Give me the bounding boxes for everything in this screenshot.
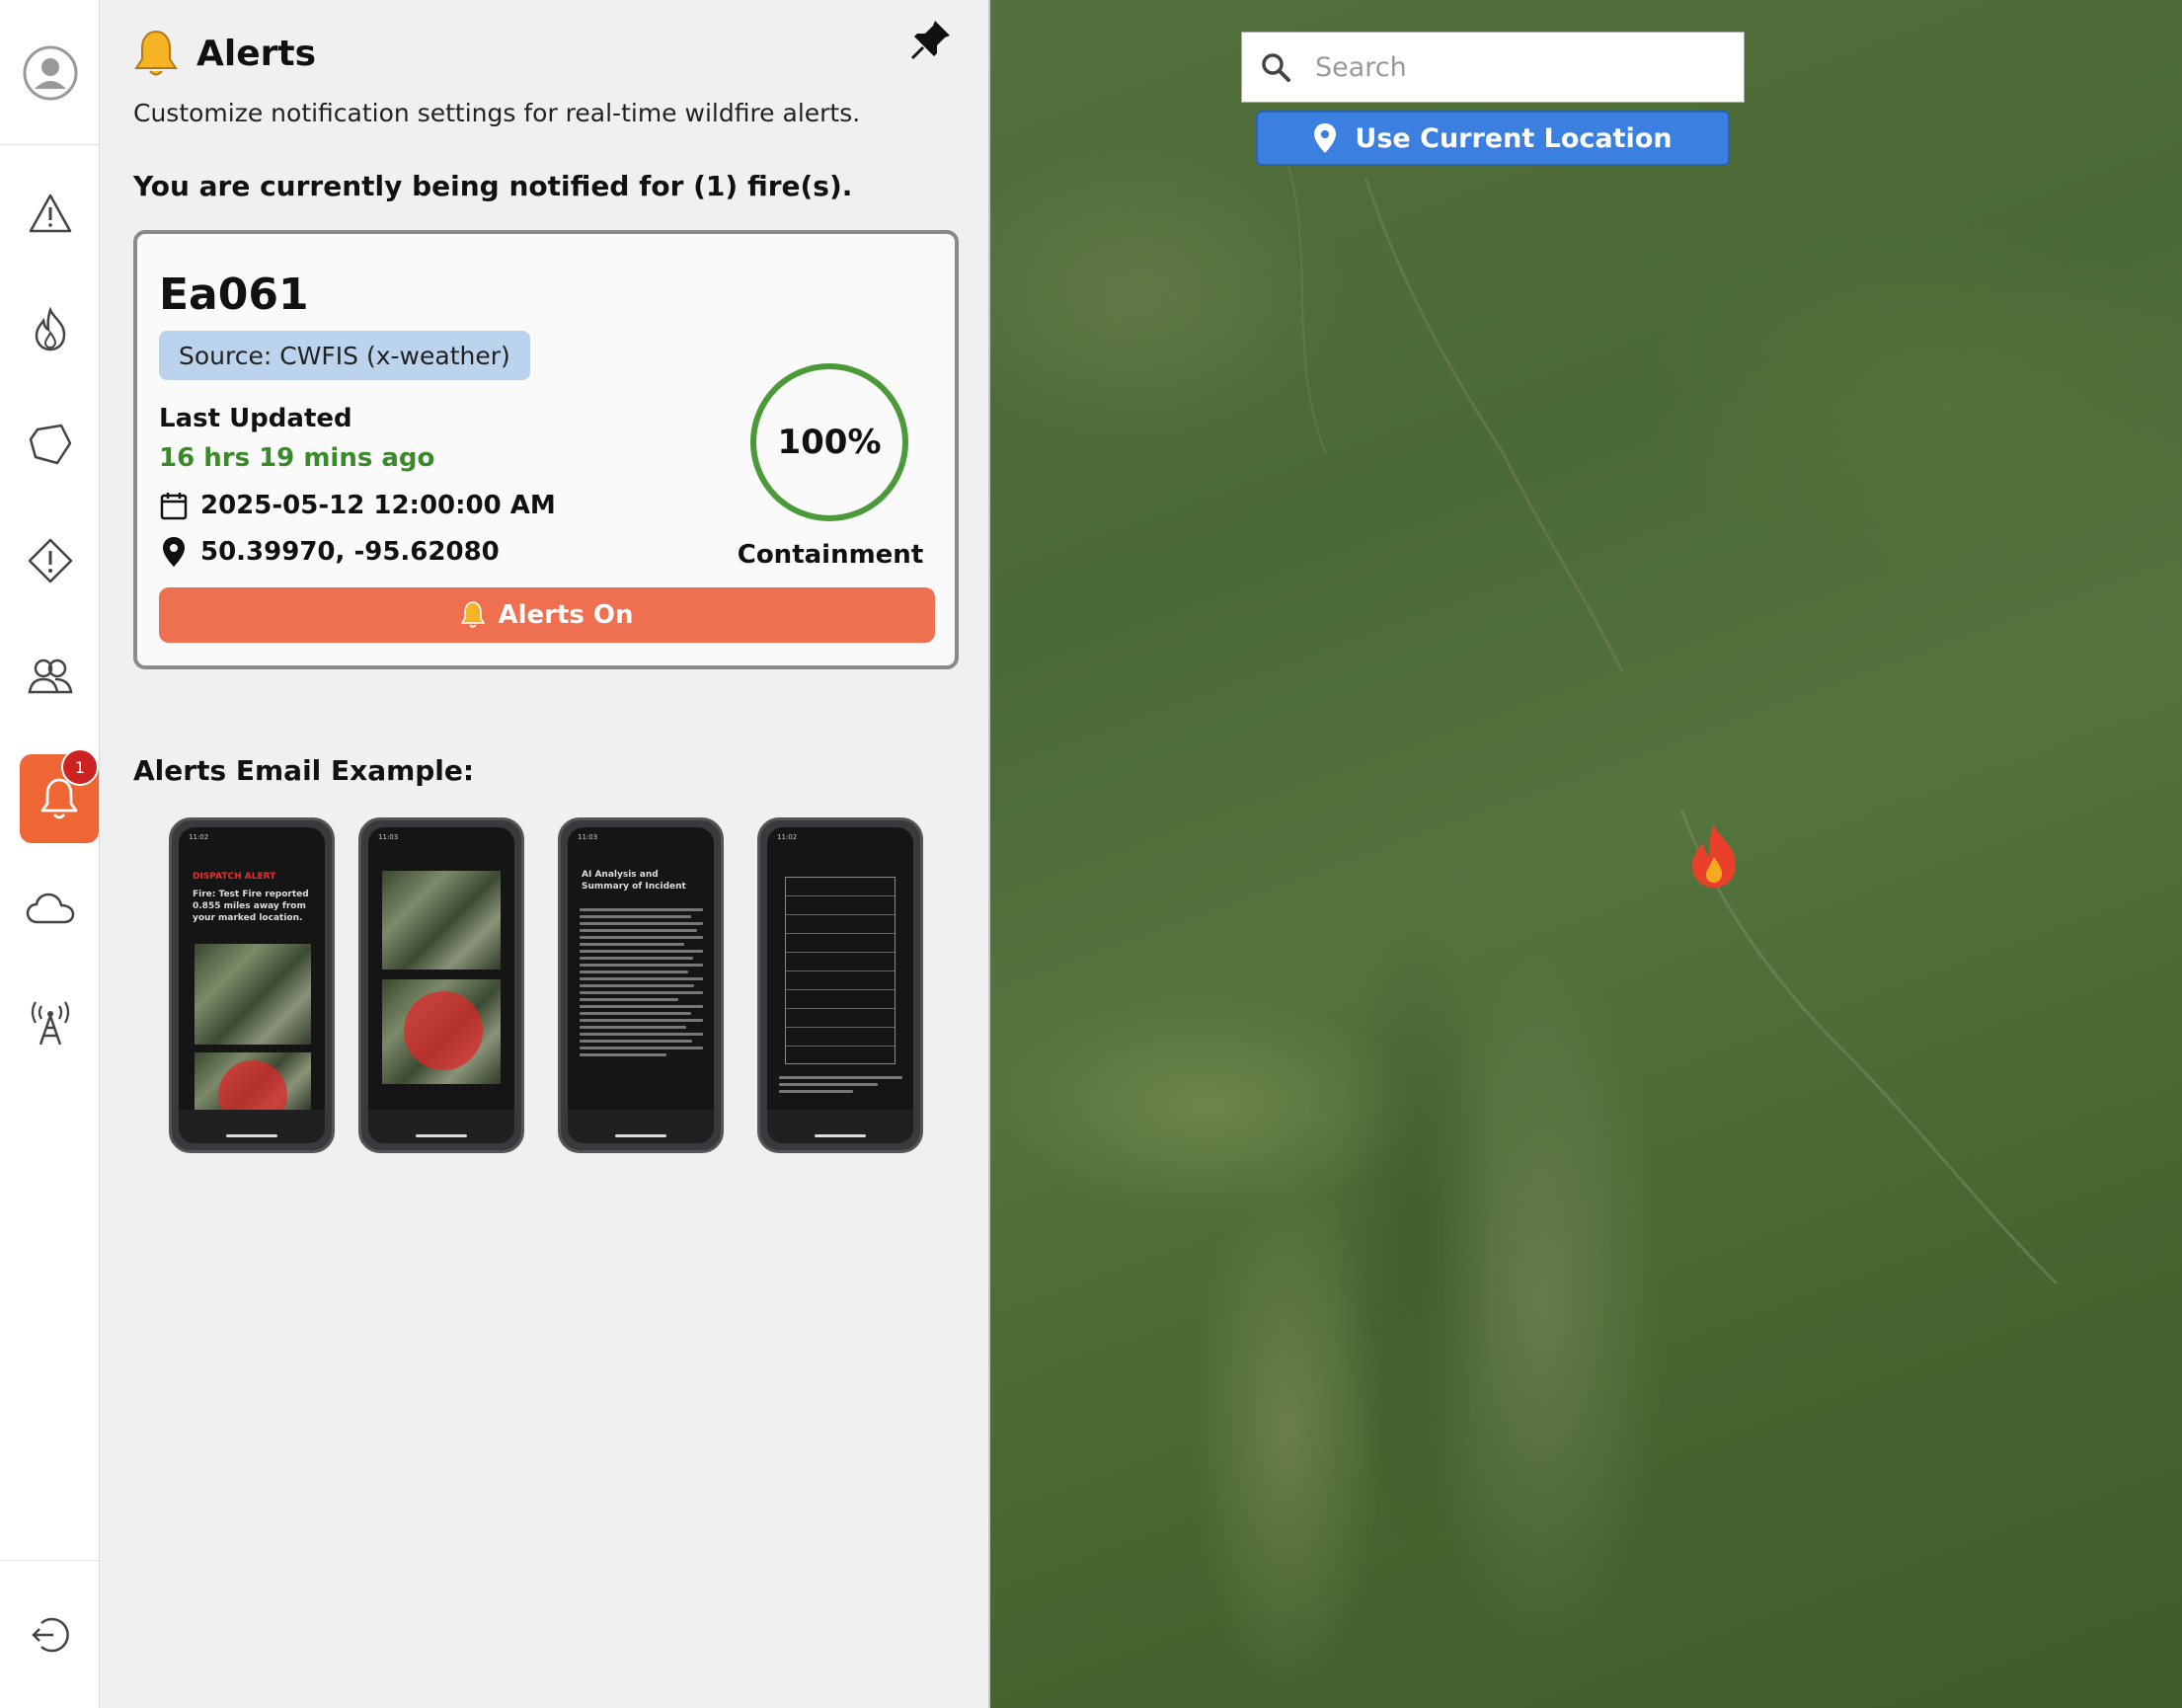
fire-marker-icon xyxy=(1692,824,1736,888)
cloud-icon xyxy=(26,893,74,924)
email-example-image[interactable]: 11:03 AI Analysis and Summary of Inciden… xyxy=(558,817,724,1153)
alerts-on-button[interactable]: Alerts On xyxy=(159,587,935,643)
logout-button[interactable] xyxy=(0,1588,100,1682)
email-example-image[interactable]: 11:02 DISPATCH ALERT Fire: Test Fire rep… xyxy=(169,817,335,1153)
use-current-location-button[interactable]: Use Current Location xyxy=(1256,111,1730,166)
email-example-text: AI Analysis and Summary of Incident xyxy=(582,870,686,892)
calendar-icon xyxy=(160,493,188,520)
weather-nav-button[interactable] xyxy=(0,861,100,956)
pin-icon xyxy=(910,21,950,60)
email-example-image[interactable]: 11:03 xyxy=(358,817,524,1153)
email-example-text: Fire: Test Fire reported 0.855 miles awa… xyxy=(193,890,309,923)
phone-status-time: 11:02 xyxy=(777,833,798,841)
alerts-count-badge: 1 xyxy=(61,748,99,786)
map-search-bar xyxy=(1241,32,1745,103)
fire-date: 2025-05-12 12:00:00 AM xyxy=(200,491,556,520)
pin-panel-button[interactable] xyxy=(909,18,953,65)
phone-status-time: 11:02 xyxy=(189,833,209,841)
warnings-nav-button[interactable] xyxy=(0,166,100,261)
river-lines xyxy=(1286,157,2059,1285)
source-badge: Source: CWFIS (x-weather) xyxy=(159,331,530,380)
email-example-title: Alerts Email Example: xyxy=(133,754,475,787)
search-icon xyxy=(1262,53,1290,82)
satellite-map[interactable]: Use Current Location xyxy=(990,0,2182,1708)
fires-nav-button[interactable] xyxy=(0,282,100,377)
fire-coordinates-row: 50.39970, -95.62080 xyxy=(159,536,500,568)
hazards-nav-button[interactable] xyxy=(0,513,100,608)
fire-alert-card: Ea061 Source: CWFIS (x-weather) Last Upd… xyxy=(133,230,959,669)
alerts-on-label: Alerts On xyxy=(498,600,634,630)
sensors-nav-button[interactable] xyxy=(0,975,100,1070)
bell-icon xyxy=(461,601,486,628)
bell-icon xyxy=(134,30,178,76)
fire-name: Ea061 xyxy=(159,270,309,320)
profile-button[interactable] xyxy=(0,22,100,124)
warning-icon xyxy=(29,194,71,233)
community-icon xyxy=(28,659,72,694)
user-icon xyxy=(23,45,77,101)
icon-rail: 1 xyxy=(0,0,100,1708)
panel-header: Alerts xyxy=(133,28,316,79)
alerts-panel: Alerts Customize notification settings f… xyxy=(100,0,990,1708)
fire-coordinates: 50.39970, -95.62080 xyxy=(200,537,500,567)
email-example-heading: DISPATCH ALERT Fire: Test Fire reported … xyxy=(193,871,316,924)
fire-icon xyxy=(35,307,65,351)
use-current-location-label: Use Current Location xyxy=(1355,122,1673,154)
search-input[interactable] xyxy=(1313,50,1728,84)
logout-icon xyxy=(31,1617,69,1653)
fire-marker[interactable] xyxy=(1686,821,1742,894)
fire-date-row: 2025-05-12 12:00:00 AM xyxy=(159,491,556,520)
page-title: Alerts xyxy=(196,33,317,74)
containment-percent: 100% xyxy=(777,423,882,462)
email-example-alert-tag: DISPATCH ALERT xyxy=(193,872,276,882)
perimeters-nav-button[interactable] xyxy=(0,397,100,492)
containment-label: Containment xyxy=(737,540,924,570)
hazard-icon xyxy=(28,538,72,583)
perimeter-icon xyxy=(29,424,71,465)
email-example-image[interactable]: 11:02 xyxy=(757,817,923,1153)
last-updated-value: 16 hrs 19 mins ago xyxy=(159,443,435,473)
last-updated-label: Last Updated xyxy=(159,404,352,433)
location-pin-icon xyxy=(1314,123,1337,153)
panel-subtitle: Customize notification settings for real… xyxy=(133,99,861,127)
notified-count-text: You are currently being notified for (1)… xyxy=(133,170,853,202)
phone-status-time: 11:03 xyxy=(578,833,598,841)
location-pin-icon xyxy=(163,537,185,567)
tower-icon xyxy=(31,1001,69,1046)
phone-status-time: 11:03 xyxy=(378,833,399,841)
community-nav-button[interactable] xyxy=(0,628,100,723)
